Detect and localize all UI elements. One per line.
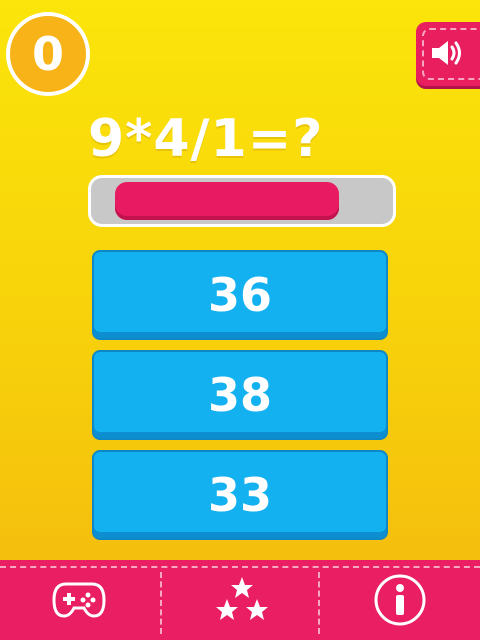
- answer-label: 36: [207, 268, 272, 322]
- answer-button-3[interactable]: 33: [92, 450, 388, 540]
- answer-label: 33: [207, 468, 272, 522]
- stars-icon: [216, 577, 268, 620]
- bottom-nav-bar: [0, 560, 480, 640]
- sound-toggle-button[interactable]: [416, 22, 480, 86]
- score-badge: 0: [6, 12, 90, 96]
- nav-divider: [318, 572, 320, 634]
- info-button[interactable]: [321, 560, 479, 640]
- speaker-icon: [432, 41, 461, 65]
- question-text: 9*4/1=?: [88, 109, 324, 169]
- score-value: 0: [31, 27, 64, 81]
- answer-label: 38: [207, 368, 272, 422]
- nav-divider: [160, 572, 162, 634]
- timer-bar: [88, 175, 396, 227]
- gamepad-icon: [52, 582, 106, 618]
- play-button[interactable]: [0, 560, 158, 640]
- info-icon: [374, 574, 426, 626]
- answer-button-1[interactable]: 36: [92, 250, 388, 340]
- timer-fill: [115, 182, 339, 220]
- answer-button-2[interactable]: 38: [92, 350, 388, 440]
- rate-button[interactable]: [163, 560, 321, 640]
